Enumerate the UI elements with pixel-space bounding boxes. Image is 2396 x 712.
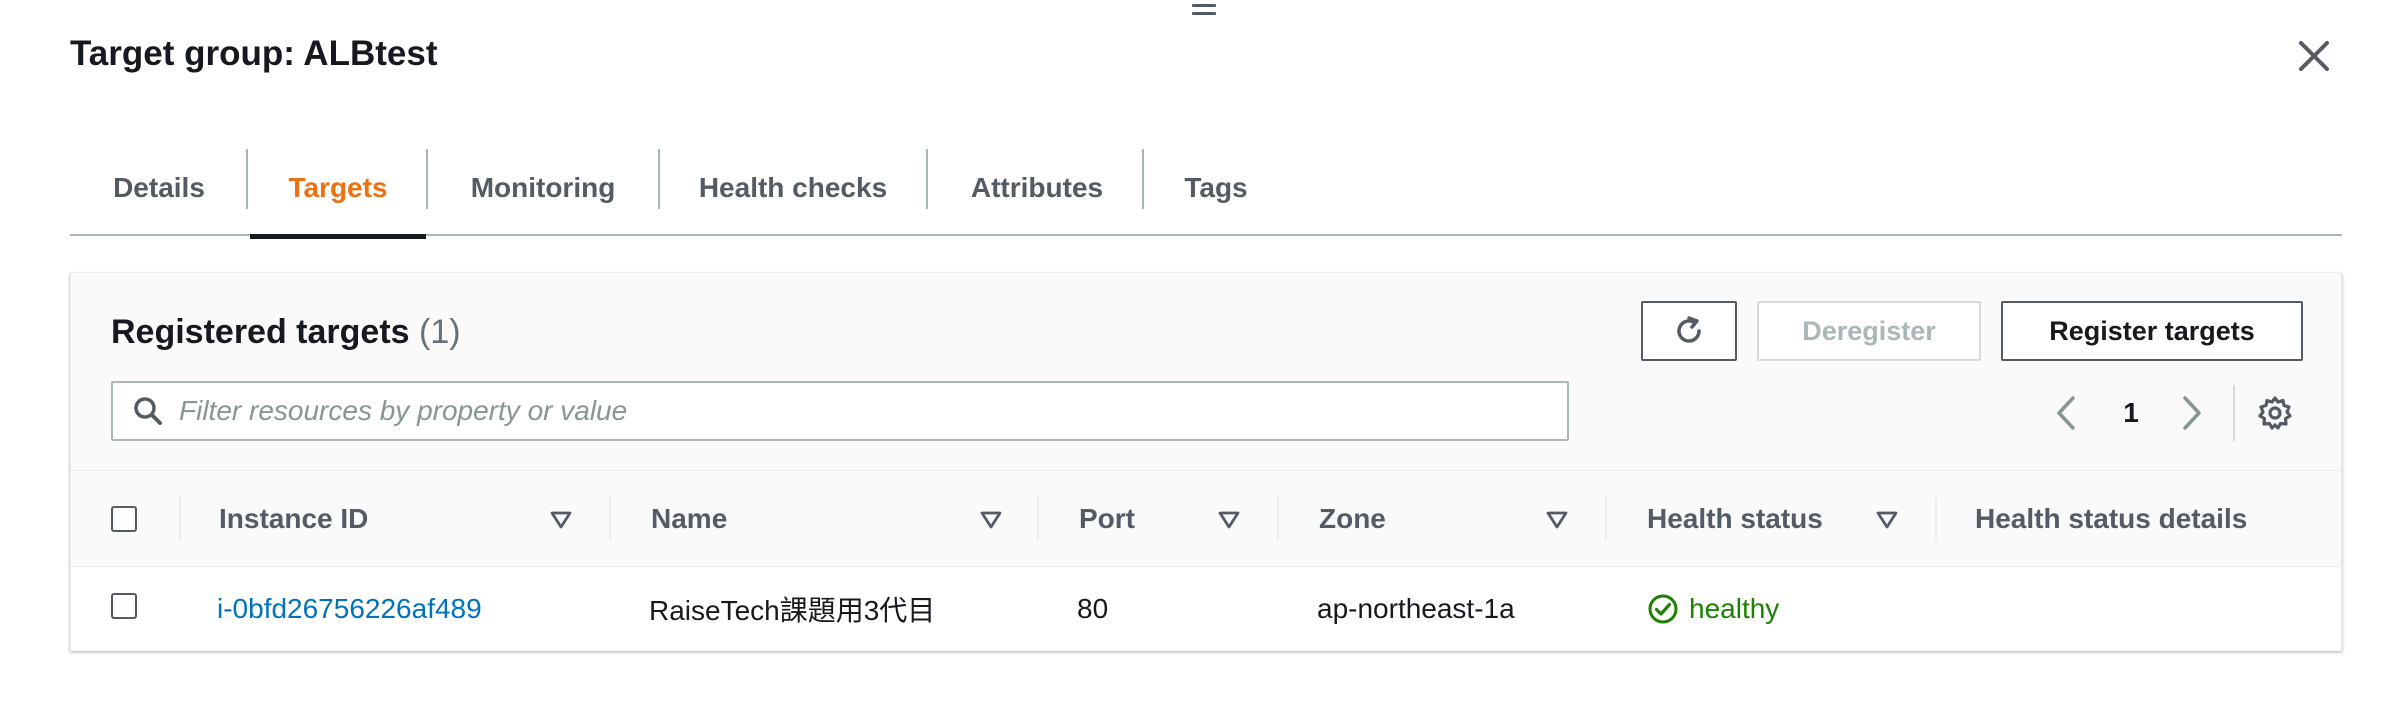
- port-cell: 80: [1077, 593, 1109, 624]
- tab-health-checks[interactable]: Health checks: [660, 140, 926, 236]
- chevron-left-icon: [2057, 396, 2075, 430]
- table-header-row: Instance ID Name Port Zone Health status…: [71, 471, 2341, 567]
- panel-header: Registered targets (1) Deregister Regist…: [71, 273, 2341, 471]
- column-header-health-status[interactable]: Health status: [1647, 471, 1823, 567]
- refresh-icon: [1677, 316, 1701, 343]
- pager-divider: [2233, 385, 2235, 441]
- filter-search-input[interactable]: [179, 395, 1539, 427]
- filter-search-box[interactable]: [111, 381, 1569, 441]
- sort-icon[interactable]: [1545, 509, 1569, 531]
- registered-targets-title: Registered targets: [111, 313, 410, 351]
- instance-id-cell: i-0bfd26756226af489: [217, 567, 482, 651]
- tab-monitoring[interactable]: Monitoring: [428, 140, 658, 236]
- settings-gear-icon: [2258, 396, 2292, 430]
- table-row: i-0bfd26756226af489 RaiseTech課題用3代目 80 a…: [71, 567, 2341, 651]
- sort-icon[interactable]: [979, 509, 1003, 531]
- registered-targets-count: (1): [419, 313, 461, 351]
- current-page-number[interactable]: 1: [2111, 393, 2151, 433]
- column-header-name[interactable]: Name: [651, 471, 727, 567]
- column-header-zone[interactable]: Zone: [1319, 471, 1386, 567]
- tab-divider: [246, 149, 248, 209]
- chevron-right-icon: [2183, 396, 2201, 430]
- instance-id-link[interactable]: i-0bfd26756226af489: [217, 593, 482, 625]
- tab-targets[interactable]: Targets: [250, 140, 426, 239]
- select-all-checkbox[interactable]: [111, 506, 137, 532]
- column-divider: [1277, 497, 1279, 541]
- tab-tags[interactable]: Tags: [1144, 140, 1288, 236]
- close-icon: [2299, 41, 2329, 71]
- sort-icon[interactable]: [1875, 509, 1899, 531]
- tab-details[interactable]: Details: [70, 140, 248, 236]
- refresh-button[interactable]: [1641, 301, 1737, 361]
- tab-attributes[interactable]: Attributes: [928, 140, 1146, 236]
- sort-icon[interactable]: [1217, 509, 1241, 531]
- previous-page-button[interactable]: [2051, 393, 2081, 433]
- column-divider: [609, 497, 611, 541]
- column-divider: [1935, 497, 1937, 541]
- tab-bar: Details Targets Monitoring Health checks…: [70, 140, 2342, 239]
- row-select-checkbox[interactable]: [111, 593, 137, 619]
- register-targets-button[interactable]: Register targets: [2001, 301, 2303, 361]
- registered-targets-panel: Registered targets (1) Deregister Regist…: [70, 272, 2342, 651]
- health-status-text: healthy: [1689, 593, 1780, 624]
- close-button[interactable]: [2296, 38, 2332, 74]
- column-divider: [1605, 497, 1607, 541]
- health-status-badge: healthy: [1647, 593, 1779, 625]
- health-status-cell: healthy: [1647, 567, 1779, 651]
- next-page-button[interactable]: [2177, 393, 2207, 433]
- column-header-port[interactable]: Port: [1079, 471, 1135, 567]
- name-cell: RaiseTech課題用3代目: [649, 595, 936, 626]
- search-icon: [134, 397, 162, 425]
- column-header-health-status-details: Health status details: [1975, 503, 2248, 534]
- registered-targets-heading: Registered targets (1): [111, 313, 461, 352]
- panel-title: Target group: ALBtest: [70, 34, 438, 73]
- column-header-instance-id[interactable]: Instance ID: [219, 471, 368, 567]
- status-ok-icon: [1648, 594, 1678, 624]
- column-divider: [1037, 497, 1039, 541]
- drag-handle-icon[interactable]: [1192, 4, 1216, 18]
- zone-cell: ap-northeast-1a: [1317, 593, 1515, 624]
- preferences-button[interactable]: [2255, 393, 2295, 433]
- deregister-button[interactable]: Deregister: [1757, 301, 1981, 361]
- column-divider: [179, 497, 181, 541]
- sort-icon[interactable]: [549, 509, 573, 531]
